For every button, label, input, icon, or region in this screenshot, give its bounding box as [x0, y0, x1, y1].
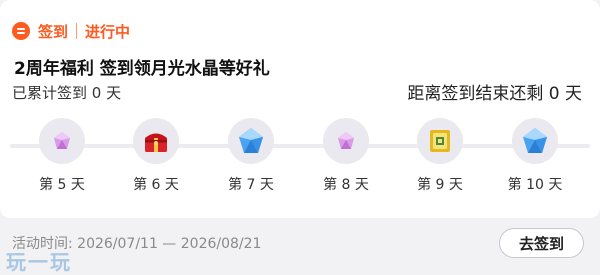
reward-badge: [323, 118, 369, 164]
reward-day-6: 第 6 天: [126, 118, 186, 194]
gold-box-icon: [430, 130, 450, 152]
blue-crystal-icon: [523, 128, 547, 153]
reward-day-9: 第 9 天: [410, 118, 470, 194]
reward-badge: [228, 118, 274, 164]
reward-badge: [417, 118, 463, 164]
event-title: 2周年福利 签到领月光水晶等好礼: [14, 59, 270, 79]
reward-badge: [512, 118, 558, 164]
day-label: 第 7 天: [228, 177, 274, 193]
reward-day-5: 第 5 天: [32, 118, 92, 194]
progress-track: [10, 144, 590, 148]
checkin-list-icon: [12, 22, 30, 40]
header-divider: [76, 23, 78, 39]
blue-crystal-icon: [239, 128, 263, 153]
header-label: 签到: [38, 22, 69, 41]
day-label: 第 5 天: [39, 177, 85, 193]
reward-day-8: 第 8 天: [316, 118, 376, 194]
accumulated-days: 已累计签到 0 天: [12, 84, 122, 102]
small-purple-crystal-icon: [54, 132, 70, 149]
red-chest-icon: [145, 133, 167, 152]
card-header: 签到 进行中: [12, 18, 130, 44]
checkin-button[interactable]: 去签到: [499, 228, 584, 258]
small-purple-crystal-icon: [338, 132, 354, 149]
day-label: 第 9 天: [417, 177, 463, 193]
day-label: 第 8 天: [323, 177, 369, 193]
status-badge: 进行中: [85, 22, 131, 41]
reward-badge: [39, 118, 85, 164]
day-label: 第 6 天: [133, 177, 179, 193]
remaining-days: 距离签到结束还剩 0 天: [407, 84, 582, 104]
day-label: 第 10 天: [507, 177, 563, 193]
reward-day-7: 第 7 天: [221, 118, 281, 194]
reward-badge: [133, 118, 179, 164]
checkin-card: 签到 进行中 2周年福利 签到领月光水晶等好礼 已累计签到 0 天 距离签到结束…: [0, 0, 600, 218]
reward-day-10: 第 10 天: [505, 118, 565, 194]
